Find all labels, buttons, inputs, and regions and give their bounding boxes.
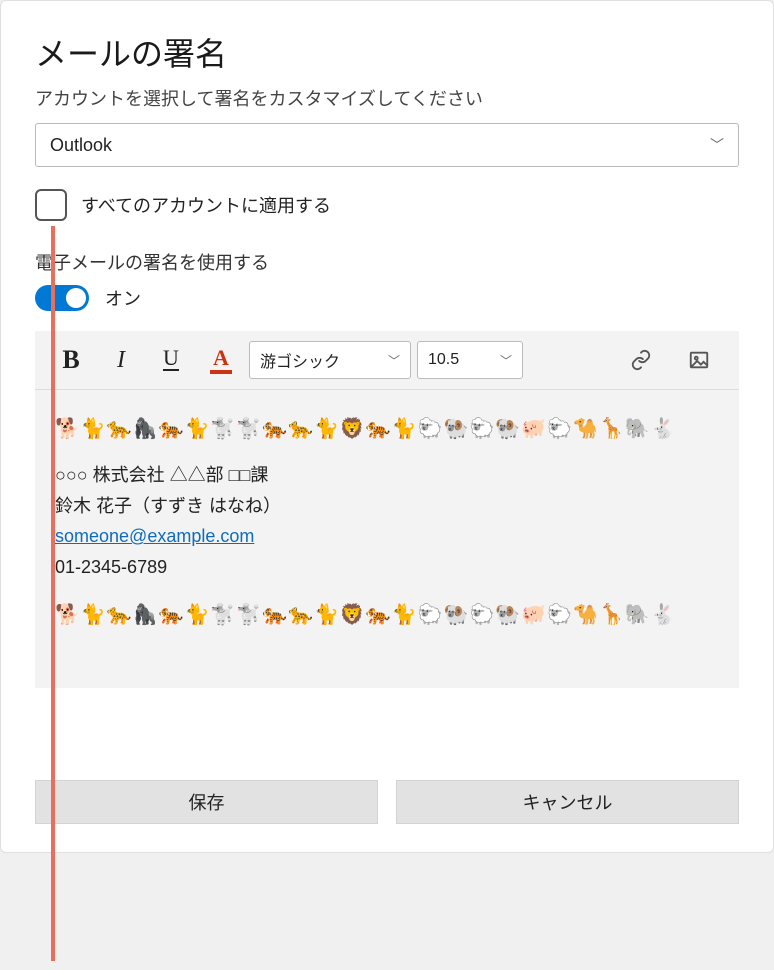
insert-image-button[interactable]	[677, 342, 721, 378]
signature-settings-dialog: メールの署名 アカウントを選択して署名をカスタマイズしてください Outlook…	[0, 0, 774, 853]
chevron-down-icon: ﹀	[710, 135, 724, 155]
font-family-select[interactable]: 游ゴシック ﹀	[249, 341, 411, 379]
apply-all-label: すべてのアカウントに適用する	[81, 192, 331, 218]
use-signature-toggle[interactable]	[35, 285, 89, 311]
decor-top: 🐕🐈🐆🦍🐅🐈🐩🐩🐅🐆🐈🦁🐅🐈🐑🐏🐑🐏🐖🐑🐪🦒🐘🐇	[55, 414, 719, 442]
signature-phone: 01-2345-6789	[55, 552, 719, 583]
use-signature-label: 電子メールの署名を使用する	[35, 249, 739, 275]
font-size-value: 10.5	[428, 351, 459, 369]
account-select[interactable]: Outlook ﹀	[35, 123, 739, 167]
font-family-value: 游ゴシック	[260, 348, 340, 372]
underline-button[interactable]: U	[149, 342, 193, 378]
signature-email[interactable]: someone@example.com	[55, 526, 254, 546]
font-size-select[interactable]: 10.5 ﹀	[417, 341, 523, 379]
image-icon	[688, 349, 710, 371]
chevron-down-icon: ﹀	[388, 352, 400, 369]
account-select-value: Outlook	[50, 135, 112, 156]
page-title: メールの署名	[35, 29, 739, 75]
signature-content[interactable]: 🐕🐈🐆🦍🐅🐈🐩🐩🐅🐆🐈🦁🐅🐈🐑🐏🐑🐏🐖🐑🐪🦒🐘🐇 ○○○ 株式会社 △△部 □□…	[35, 390, 739, 688]
signature-editor: B I U A 游ゴシック ﹀ 10.5 ﹀	[35, 331, 739, 688]
font-color-button[interactable]: A	[199, 342, 243, 378]
chevron-down-icon: ﹀	[500, 352, 512, 369]
signature-line2: 鈴木 花子（すずき はなね）	[55, 491, 719, 522]
editor-toolbar: B I U A 游ゴシック ﹀ 10.5 ﹀	[35, 331, 739, 390]
use-signature-state: オン	[105, 285, 141, 311]
insert-link-button[interactable]	[619, 342, 663, 378]
bold-button[interactable]: B	[49, 342, 93, 378]
signature-line1: ○○○ 株式会社 △△部 □□課	[55, 460, 719, 491]
page-subtitle: アカウントを選択して署名をカスタマイズしてください	[35, 85, 739, 111]
font-color-icon: A	[210, 347, 232, 374]
apply-all-checkbox[interactable]	[35, 189, 67, 221]
cancel-button[interactable]: キャンセル	[396, 780, 739, 824]
callout-line	[51, 226, 55, 961]
decor-bottom: 🐕🐈🐆🦍🐅🐈🐩🐩🐅🐆🐈🦁🐅🐈🐑🐏🐑🐏🐖🐑🐪🦒🐘🐇	[55, 600, 719, 628]
link-icon	[630, 349, 652, 371]
italic-button[interactable]: I	[99, 342, 143, 378]
save-button[interactable]: 保存	[35, 780, 378, 824]
